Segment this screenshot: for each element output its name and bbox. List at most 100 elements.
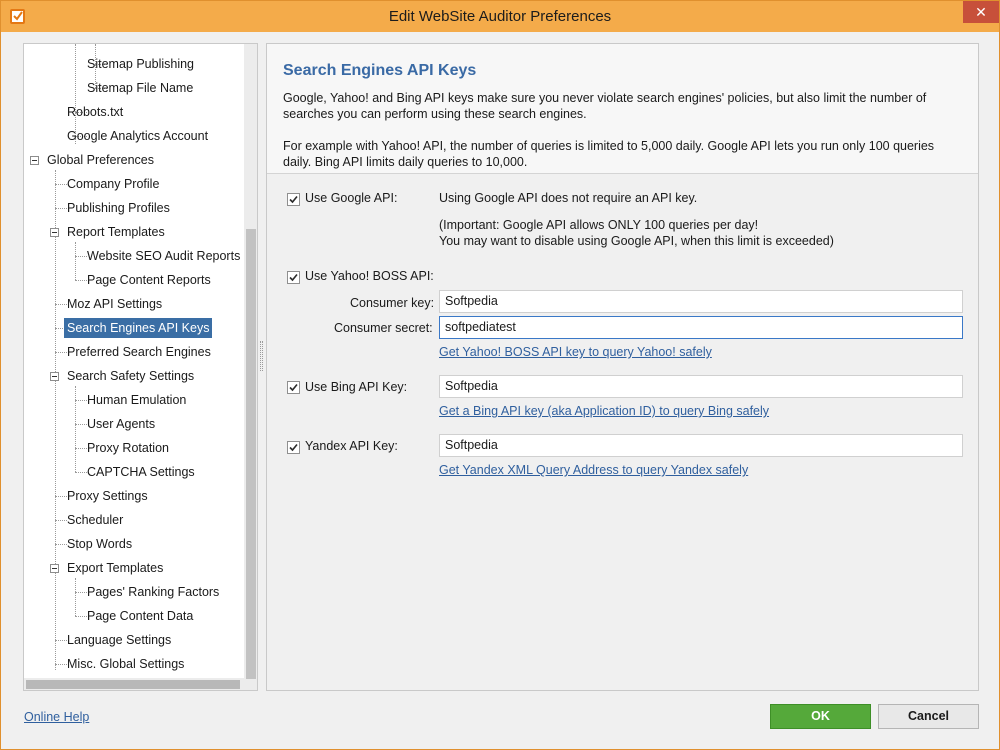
tree-item-label: Human Emulation bbox=[87, 393, 187, 407]
tree-item-google-analytics-account[interactable]: Google Analytics Account bbox=[67, 126, 208, 146]
tree-item-sitemap-file-name[interactable]: Sitemap File Name bbox=[87, 78, 193, 98]
tree-item-global-preferences[interactable]: Global Preferences bbox=[47, 150, 154, 170]
ok-button[interactable]: OK bbox=[770, 704, 871, 729]
tree-item-label: Sitemap File Name bbox=[87, 81, 194, 95]
preferences-tree[interactable]: Sitemap Publishing Sitemap File Name Rob… bbox=[23, 43, 258, 691]
tree-item-robots-txt[interactable]: Robots.txt bbox=[67, 102, 123, 122]
close-button[interactable]: ✕ bbox=[963, 1, 999, 23]
tree-item-label: Proxy Settings bbox=[67, 489, 148, 503]
export-templates-collapse-toggle[interactable] bbox=[50, 564, 59, 573]
tree-connector bbox=[55, 496, 67, 497]
tree-connector bbox=[75, 280, 87, 281]
tree-item-human-emulation[interactable]: Human Emulation bbox=[87, 390, 186, 410]
google-api-note: Using Google API does not require an API… bbox=[439, 191, 698, 205]
consumer-secret-input[interactable]: softpediatest bbox=[439, 316, 963, 339]
title-bar[interactable]: Edit WebSite Auditor Preferences ✕ bbox=[1, 1, 999, 32]
tree-connector bbox=[75, 386, 76, 472]
tree-item-label: Language Settings bbox=[67, 633, 172, 647]
tree-item-search-engines-api-keys[interactable]: Search Engines API Keys bbox=[64, 318, 213, 338]
get-yandex-xml-address-link[interactable]: Get Yandex XML Query Address to query Ya… bbox=[439, 463, 748, 477]
bing-api-key-input[interactable]: Softpedia bbox=[439, 375, 963, 398]
tree-connector bbox=[55, 352, 67, 353]
get-yahoo-api-key-link[interactable]: Get Yahoo! BOSS API key to query Yahoo! … bbox=[439, 345, 712, 359]
tree-item-label: Report Templates bbox=[67, 225, 165, 239]
tree-item-company-profile[interactable]: Company Profile bbox=[67, 174, 159, 194]
tree-item-label: Publishing Profiles bbox=[67, 201, 170, 215]
tree-connector bbox=[75, 256, 87, 257]
tree-item-label: Company Profile bbox=[67, 177, 160, 191]
tree-item-page-content-reports[interactable]: Page Content Reports bbox=[87, 270, 211, 290]
tree-item-publishing-profiles[interactable]: Publishing Profiles bbox=[67, 198, 170, 218]
tree-horizontal-scroll-thumb[interactable] bbox=[26, 680, 240, 689]
tree-item-moz-api-settings[interactable]: Moz API Settings bbox=[67, 294, 162, 314]
tree-vertical-scrollbar[interactable] bbox=[244, 44, 257, 690]
tree-connector bbox=[75, 472, 87, 473]
use-google-api-checkbox[interactable] bbox=[287, 193, 300, 206]
get-bing-api-key-link[interactable]: Get a Bing API key (aka Application ID) … bbox=[439, 404, 769, 418]
tree-item-search-safety-settings[interactable]: Search Safety Settings bbox=[67, 366, 194, 386]
panel-splitter-handle[interactable] bbox=[260, 341, 263, 371]
tree-item-label: Export Templates bbox=[67, 561, 164, 575]
tree-connector bbox=[55, 544, 67, 545]
tree-horizontal-scrollbar[interactable] bbox=[24, 678, 244, 690]
tree-item-preferred-search-engines[interactable]: Preferred Search Engines bbox=[67, 342, 211, 362]
use-bing-api-key-checkbox[interactable] bbox=[287, 381, 300, 394]
tree-item-export-templates[interactable]: Export Templates bbox=[67, 558, 163, 578]
consumer-key-label: Consumer key: bbox=[350, 296, 435, 310]
tree-item-website-seo-audit-reports[interactable]: Website SEO Audit Reports bbox=[87, 246, 240, 266]
consumer-key-input[interactable]: Softpedia bbox=[439, 290, 963, 313]
cancel-button[interactable]: Cancel bbox=[878, 704, 979, 729]
tree-item-label: Sitemap Publishing bbox=[87, 57, 195, 71]
tree-item-label: Moz API Settings bbox=[67, 297, 163, 311]
tree-item-label: Robots.txt bbox=[67, 105, 124, 119]
google-api-important-note: (Important: Google API allows ONLY 100 q… bbox=[439, 218, 759, 232]
tree-item-label: Page Content Reports bbox=[87, 273, 211, 287]
tree-connector bbox=[75, 400, 87, 401]
close-icon: ✕ bbox=[975, 4, 987, 20]
tree-connector bbox=[75, 448, 87, 449]
checkmark-icon bbox=[289, 195, 298, 204]
tree-item-report-templates[interactable]: Report Templates bbox=[67, 222, 165, 242]
tree-item-scheduler[interactable]: Scheduler bbox=[67, 510, 123, 530]
yandex-api-key-label: Yandex API Key: bbox=[305, 439, 398, 453]
tree-item-label: Preferred Search Engines bbox=[67, 345, 211, 359]
tree-item-user-agents[interactable]: User Agents bbox=[87, 414, 155, 434]
tree-item-label: Page Content Data bbox=[87, 609, 194, 623]
tree-connector bbox=[55, 640, 67, 641]
tree-item-sitemap-publishing[interactable]: Sitemap Publishing bbox=[87, 54, 194, 74]
tree-item-proxy-settings[interactable]: Proxy Settings bbox=[67, 486, 148, 506]
tree-item-label: Stop Words bbox=[67, 537, 133, 551]
tree-item-pages-ranking-factors[interactable]: Pages' Ranking Factors bbox=[87, 582, 219, 602]
search-safety-settings-collapse-toggle[interactable] bbox=[50, 372, 59, 381]
global-preferences-collapse-toggle[interactable] bbox=[30, 156, 39, 165]
tree-connector bbox=[55, 664, 67, 665]
use-bing-api-key-label: Use Bing API Key: bbox=[305, 380, 408, 394]
tree-item-label: Website SEO Audit Reports bbox=[87, 249, 241, 263]
settings-panel: Search Engines API Keys Google, Yahoo! a… bbox=[266, 43, 979, 691]
tree-connector bbox=[75, 616, 87, 617]
tree-item-label: User Agents bbox=[87, 417, 156, 431]
tree-vertical-scroll-thumb[interactable] bbox=[246, 229, 256, 679]
tree-item-captcha-settings[interactable]: CAPTCHA Settings bbox=[87, 462, 195, 482]
tree-item-proxy-rotation[interactable]: Proxy Rotation bbox=[87, 438, 169, 458]
tree-item-label: Search Engines API Keys bbox=[64, 318, 213, 338]
tree-item-page-content-data[interactable]: Page Content Data bbox=[87, 606, 193, 626]
google-api-limit-note: You may want to disable using Google API… bbox=[439, 234, 834, 248]
checkmark-icon bbox=[289, 273, 298, 282]
yandex-api-key-input[interactable]: Softpedia bbox=[439, 434, 963, 457]
yandex-api-key-checkbox[interactable] bbox=[287, 441, 300, 454]
tree-connector bbox=[75, 424, 87, 425]
consumer-secret-label: Consumer secret: bbox=[334, 321, 433, 335]
tree-connector bbox=[75, 592, 87, 593]
tree-item-language-settings[interactable]: Language Settings bbox=[67, 630, 171, 650]
tree-connector bbox=[55, 520, 67, 521]
tree-connector bbox=[75, 242, 76, 280]
tree-item-label: Scheduler bbox=[67, 513, 124, 527]
preferences-window: Edit WebSite Auditor Preferences ✕ Sitem… bbox=[0, 0, 1000, 750]
tree-item-stop-words[interactable]: Stop Words bbox=[67, 534, 132, 554]
tree-item-misc-global-settings[interactable]: Misc. Global Settings bbox=[67, 654, 184, 674]
online-help-link[interactable]: Online Help bbox=[24, 710, 89, 724]
report-templates-collapse-toggle[interactable] bbox=[50, 228, 59, 237]
tree-item-label: Global Preferences bbox=[47, 153, 155, 167]
use-yahoo-boss-api-checkbox[interactable] bbox=[287, 271, 300, 284]
